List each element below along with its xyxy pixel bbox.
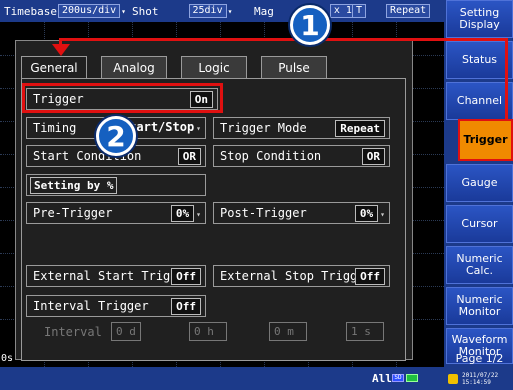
menu-label: Cursor: [461, 217, 498, 230]
post-trigger-label: Post-Trigger: [220, 206, 307, 220]
setting-by-percent-row[interactable]: Setting by %: [26, 174, 206, 196]
stop-condition-label: Stop Condition: [220, 149, 322, 163]
annotation-arrow-line: [60, 38, 508, 41]
menu-numeric-calc[interactable]: Numeric Calc.: [446, 246, 513, 284]
chevron-down-icon: ▾: [380, 210, 385, 219]
timebase-setting[interactable]: Timebase 200us/div ▾: [4, 3, 126, 19]
interval-label: Interval: [44, 325, 102, 339]
stop-condition-value[interactable]: OR: [361, 148, 385, 165]
chevron-down-icon: ▾: [196, 124, 201, 133]
stop-condition-row[interactable]: Stop Condition OR: [213, 145, 390, 167]
interval-trigger-row[interactable]: Interval Trigger Off: [26, 295, 206, 317]
menu-setting-display[interactable]: Setting Display: [446, 0, 513, 38]
top-status-bar: Timebase 200us/div ▾ Shot 25div ▾ Mag x …: [0, 0, 444, 22]
interval-trigger-label: Interval Trigger: [33, 299, 149, 313]
trigger-mode-indicator[interactable]: T Repeat: [352, 3, 431, 19]
interval-trigger-value[interactable]: Off: [171, 298, 201, 315]
clock-display: 2011/07/22 15:14:59: [448, 369, 511, 388]
settings-tabs: General Analog Logic Pulse: [21, 56, 327, 78]
setting-by-percent-label[interactable]: Setting by %: [30, 176, 118, 194]
menu-trigger[interactable]: Trigger: [458, 119, 513, 161]
tab-general[interactable]: General: [21, 56, 87, 78]
sd-card-icon: SD: [392, 374, 404, 382]
external-start-trigger-row[interactable]: External Start Trigger Off: [26, 265, 206, 287]
chevron-down-icon: ▾: [227, 6, 233, 16]
tab-logic[interactable]: Logic: [181, 56, 247, 78]
pre-trigger-row[interactable]: Pre-Trigger 0% ▾: [26, 202, 206, 224]
external-start-trigger-value[interactable]: Off: [171, 268, 201, 285]
x-tick-label: 0s: [1, 353, 14, 364]
interval-seconds-field[interactable]: 1 s: [346, 322, 384, 341]
menu-label: Numeric Calc.: [456, 252, 503, 277]
interval-hours-field[interactable]: 0 h: [189, 322, 227, 341]
trigger-mode-value[interactable]: Repeat: [386, 4, 431, 18]
shot-setting[interactable]: Shot 25div ▾: [132, 3, 232, 19]
arrow-down-icon: [52, 44, 70, 56]
right-menu-panel: Setting Display Status Channel Trigger G…: [444, 0, 513, 390]
menu-channel[interactable]: Channel: [446, 82, 513, 120]
menu-label: Numeric Monitor: [456, 293, 503, 318]
timebase-value[interactable]: 200us/div: [57, 4, 121, 18]
menu-page[interactable]: Page 1/2: [446, 349, 513, 369]
shot-label: Shot: [132, 4, 159, 18]
menu-status[interactable]: Status: [446, 41, 513, 79]
menu-label: Channel: [456, 94, 503, 107]
annotation-arrow-line: [505, 38, 508, 120]
timebase-label: Timebase: [4, 4, 57, 18]
menu-label: Setting Display: [459, 6, 500, 31]
pre-trigger-value[interactable]: 0%: [170, 205, 195, 222]
external-stop-trigger-value[interactable]: Off: [355, 268, 385, 285]
chevron-down-icon: ▾: [196, 210, 201, 219]
clock-time: 15:14:59: [462, 378, 491, 386]
mag-label: Mag: [254, 4, 274, 18]
tab-analog[interactable]: Analog: [101, 56, 167, 78]
trigger-mode-value[interactable]: Repeat: [335, 120, 385, 137]
shot-value[interactable]: 25div: [188, 4, 227, 18]
external-stop-trigger-label: External Stop Trigger: [220, 269, 372, 283]
trigger-highlight-box: [22, 83, 223, 113]
trigger-mode-label: Trigger Mode: [220, 121, 307, 135]
channel-all-label[interactable]: All: [372, 372, 392, 385]
callout-badge-two: 2: [96, 116, 136, 156]
interval-minutes-field[interactable]: 0 m: [269, 322, 307, 341]
clock-date: 2011/07/22: [462, 371, 499, 379]
callout-badge-one: 1: [290, 5, 330, 45]
tab-pulse[interactable]: Pulse: [261, 56, 327, 78]
power-icon: [448, 373, 458, 384]
interval-days-field[interactable]: 0 d: [111, 322, 141, 341]
menu-label: Status: [461, 53, 498, 66]
menu-numeric-monitor[interactable]: Numeric Monitor: [446, 287, 513, 325]
pre-trigger-label: Pre-Trigger: [33, 206, 113, 220]
menu-label: Trigger: [463, 133, 508, 146]
trigger-mode-row[interactable]: Trigger Mode Repeat: [213, 117, 390, 139]
bottom-status-bar: All SD: [0, 367, 444, 390]
memory-icon: [406, 374, 418, 382]
menu-gauge[interactable]: Gauge: [446, 164, 513, 202]
timing-label: Timing: [33, 121, 77, 135]
post-trigger-value[interactable]: 0%: [354, 205, 379, 222]
menu-cursor[interactable]: Cursor: [446, 205, 513, 243]
post-trigger-row[interactable]: Post-Trigger 0% ▾: [213, 202, 390, 224]
external-stop-trigger-row[interactable]: External Stop Trigger Off: [213, 265, 390, 287]
external-start-trigger-label: External Start Trigger: [33, 269, 192, 283]
start-condition-value[interactable]: OR: [177, 148, 201, 165]
chevron-down-icon: ▾: [121, 6, 126, 16]
trigger-icon: T: [352, 4, 367, 18]
menu-label: Gauge: [461, 176, 498, 189]
menu-label: Page 1/2: [455, 352, 504, 365]
